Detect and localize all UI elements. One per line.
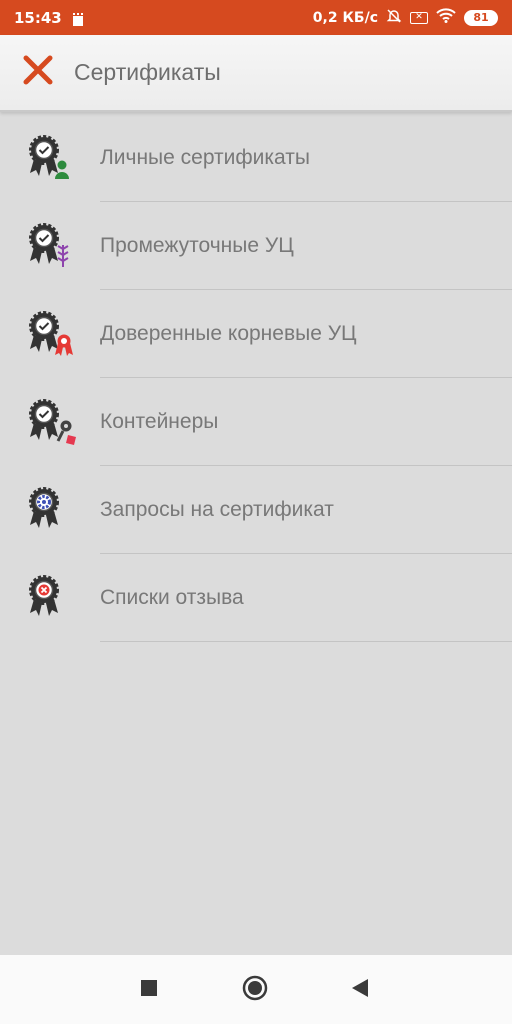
- wifi-icon: [436, 8, 456, 27]
- divider: [100, 641, 512, 642]
- intermediate-ca-icon: [26, 221, 80, 271]
- list-item-label: Личные сертификаты: [100, 146, 310, 169]
- personal-certificate-icon: [26, 133, 80, 183]
- battery-level: 81: [473, 11, 489, 24]
- list-item-containers[interactable]: Контейнеры: [0, 378, 512, 466]
- status-time: 15:43: [14, 8, 62, 27]
- app-header: Сертификаты: [0, 35, 512, 112]
- sim-icon: [72, 11, 84, 26]
- status-bar: 15:43 0,2 КБ/с ✕ 81: [0, 0, 512, 35]
- list-item-intermediate-ca[interactable]: Промежуточные УЦ: [0, 202, 512, 290]
- page-title: Сертификаты: [74, 59, 221, 85]
- list-item-label: Запросы на сертификат: [100, 498, 334, 521]
- list-item-revocation-lists[interactable]: Списки отзыва: [0, 554, 512, 642]
- list-item-label: Доверенные корневые УЦ: [100, 322, 357, 345]
- certificate-menu: Личные сертификаты Промежуточные УЦ Дове…: [0, 114, 512, 642]
- list-item-label: Списки отзыва: [100, 586, 244, 609]
- revocation-list-icon: [26, 573, 80, 623]
- mute-bell-icon: [386, 8, 402, 28]
- recent-apps-button[interactable]: [132, 973, 166, 1007]
- home-icon: [242, 975, 268, 1006]
- container-key-icon: [26, 397, 80, 447]
- back-button[interactable]: [343, 973, 377, 1007]
- list-item-trusted-root-ca[interactable]: Доверенные корневые УЦ: [0, 290, 512, 378]
- close-button[interactable]: [20, 55, 56, 91]
- recent-apps-icon: [140, 979, 158, 1002]
- list-item-certificate-requests[interactable]: Запросы на сертификат: [0, 466, 512, 554]
- list-item-personal-certificates[interactable]: Личные сертификаты: [0, 114, 512, 202]
- box-x-icon: ✕: [410, 11, 428, 24]
- system-nav-bar: [0, 955, 512, 1024]
- close-icon: [22, 54, 54, 91]
- list-item-label: Контейнеры: [100, 410, 219, 433]
- home-button[interactable]: [238, 973, 272, 1007]
- battery-icon: 81: [464, 9, 498, 26]
- list-item-label: Промежуточные УЦ: [100, 234, 294, 257]
- back-icon: [351, 978, 369, 1003]
- network-speed: 0,2 КБ/с: [312, 9, 378, 26]
- certificate-request-icon: [26, 485, 80, 535]
- trusted-root-ca-icon: [26, 309, 80, 359]
